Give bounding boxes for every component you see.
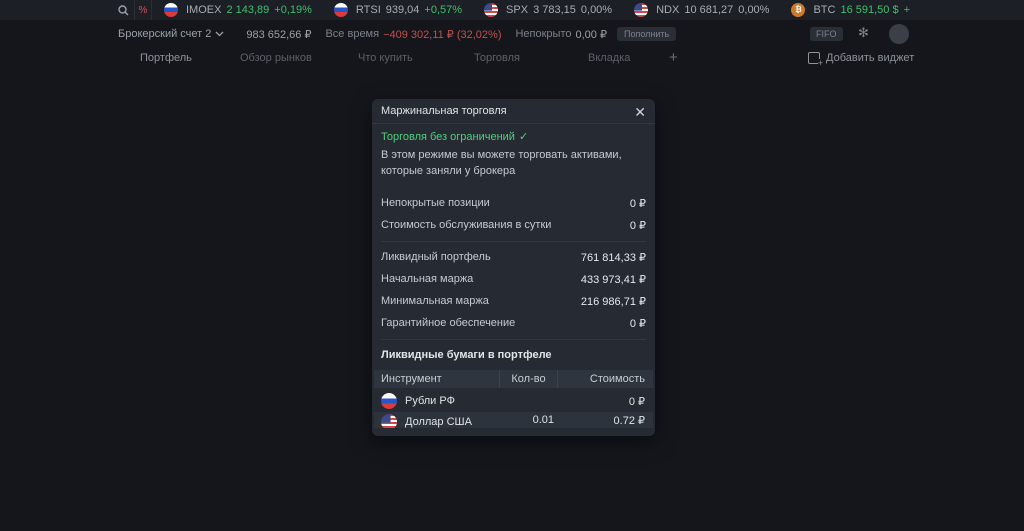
usa-flag-icon — [484, 3, 499, 17]
account-total: 983 652,66 ₽ — [246, 28, 312, 41]
ticker-change: 0,00% — [738, 4, 770, 16]
add-widget-button[interactable]: Добавить виджет — [808, 52, 915, 68]
instrument-name: Доллар США — [405, 416, 472, 428]
period-selector[interactable]: Все время — [325, 28, 379, 40]
liquid-portfolio-row: Ликвидный портфель 761 814,33 ₽ — [381, 251, 646, 264]
search-icon[interactable] — [112, 0, 134, 20]
instrument-name: Рубли РФ — [405, 395, 455, 407]
uncovered-positions-row: Непокрытые позиции 0 ₽ — [381, 197, 646, 210]
cost-cell: 0 ₽ — [628, 395, 645, 408]
add-tab-icon[interactable]: + — [669, 49, 678, 66]
ticker-item-ndx[interactable]: NDX 10 681,27 0,00% — [634, 3, 769, 17]
ticker-change: + — [903, 4, 911, 16]
ticker-item-spx[interactable]: SPX 3 783,15 0,00% — [484, 3, 612, 17]
ticker-item-btc[interactable]: ₿ BTC 16 591,50 $ + — [791, 3, 910, 17]
russia-flag-icon — [333, 3, 348, 17]
avatar[interactable] — [889, 24, 909, 44]
add-widget-label: Добавить виджет — [826, 52, 915, 64]
row-label: Гарантийное обеспечение — [381, 317, 516, 329]
settings-icon[interactable]: ✻ — [858, 25, 869, 41]
ticker-value: 16 591,50 $ — [840, 4, 899, 16]
row-label: Непокрытые позиции — [381, 197, 490, 209]
guarantee-collateral-row: Гарантийное обеспечение 0 ₽ — [381, 317, 646, 330]
modal-title: Маржинальная торговля — [381, 105, 507, 117]
divider — [381, 339, 646, 340]
ticker-bar: % IMOEX 2 143,89 +0,19% RTSI 939,04 +0,5… — [0, 0, 1024, 20]
ticker-change: +0,19% — [274, 4, 312, 16]
row-value: 433 973,41 ₽ — [580, 274, 646, 286]
divider — [381, 241, 646, 242]
mode-description: В этом режиме вы можете торговать актива… — [381, 149, 622, 177]
account-bar: Брокерский счет 2 983 652,66 ₽ Все время… — [0, 24, 1024, 44]
initial-margin-row: Начальная маржа 433 973,41 ₽ — [381, 273, 646, 286]
minimum-margin-row: Минимальная маржа 216 986,71 ₽ — [381, 295, 646, 308]
percent-toggle-button[interactable]: % — [134, 0, 152, 20]
row-label: Начальная маржа — [381, 273, 474, 285]
uncovered-label: Непокрыто — [515, 28, 572, 40]
ticker-item-imoex[interactable]: IMOEX 2 143,89 +0,19% — [164, 3, 312, 17]
ticker-change: +0,57% — [424, 4, 463, 16]
cost-cell: 0.72 ₽ — [613, 415, 645, 427]
liquid-securities-title: Ликвидные бумаги в портфеле — [381, 349, 552, 361]
ticker-value: 3 783,15 — [533, 4, 576, 16]
row-value: 0 ₽ — [629, 318, 646, 330]
tab-custom[interactable]: Вкладка — [588, 52, 630, 64]
row-value: 0 ₽ — [629, 198, 646, 210]
russia-flag-icon — [164, 3, 178, 17]
ticker-item-rtsi[interactable]: RTSI 939,04 +0,57% — [333, 3, 463, 17]
column-header-qty[interactable]: Кол-во — [500, 370, 558, 388]
bitcoin-icon: ₿ — [791, 3, 806, 17]
row-value: 761 814,33 ₽ — [580, 252, 646, 264]
table-row[interactable]: Рубли РФ 0 ₽ — [374, 390, 653, 412]
ticker-value: 2 143,89 — [226, 4, 270, 16]
tab-trading[interactable]: Торговля — [474, 52, 520, 64]
ticker-change: 0,00% — [580, 4, 613, 16]
mode-status-label: Торговля без ограничений — [381, 131, 515, 143]
row-value: 0 ₽ — [629, 220, 646, 232]
row-label: Минимальная маржа — [381, 295, 489, 307]
ticker-name: IMOEX — [186, 4, 222, 16]
add-widget-icon — [808, 52, 823, 68]
daily-service-cost-row: Стоимость обслуживания в сутки 0 ₽ — [381, 219, 646, 232]
uncovered-value: 0,00 ₽ — [575, 28, 607, 41]
tab-portfolio[interactable]: Портфель — [140, 52, 192, 64]
usa-flag-icon — [381, 414, 397, 428]
table-row[interactable]: Доллар США 0.01 0.72 ₽ — [374, 412, 653, 428]
row-label: Ликвидный портфель — [381, 251, 491, 263]
row-label: Стоимость обслуживания в сутки — [381, 219, 552, 231]
qty-cell: 0.01 — [532, 414, 554, 426]
ticker-name: NDX — [656, 4, 680, 16]
close-icon[interactable]: ✕ — [634, 104, 646, 121]
margin-trading-modal: Маржинальная торговля ✕ Торговля без огр… — [372, 99, 655, 436]
row-value: 216 986,71 ₽ — [580, 296, 646, 308]
chevron-down-icon[interactable] — [215, 28, 224, 40]
ticker-name: RTSI — [355, 4, 381, 16]
check-icon: ✓ — [518, 131, 529, 143]
usa-flag-icon — [634, 3, 649, 17]
instrument-cell: Рубли РФ — [374, 393, 500, 409]
table-header: Инструмент Кол-во Стоимость — [374, 370, 653, 388]
ticker-name: BTC — [813, 4, 836, 16]
tab-what-to-buy[interactable]: Что купить — [358, 52, 413, 64]
ticker-value: 939,04 — [385, 4, 420, 16]
instrument-cell: Доллар США — [374, 414, 500, 428]
modal-header: Маржинальная торговля ✕ — [372, 99, 655, 124]
period-change: −409 302,11 ₽ (32,02%) — [383, 28, 502, 41]
account-selector[interactable]: Брокерский счет 2 — [118, 28, 211, 40]
tab-market-overview[interactable]: Обзор рынков — [240, 52, 312, 64]
fifo-badge[interactable]: FIFO — [810, 27, 843, 41]
ticker-value: 10 681,27 — [684, 4, 734, 16]
topup-button[interactable]: Пополнить — [616, 27, 677, 41]
mode-status: Торговля без ограничений ✓ — [381, 130, 528, 143]
column-header-cost[interactable]: Стоимость — [558, 373, 653, 385]
russia-flag-icon — [381, 393, 397, 409]
column-header-instrument[interactable]: Инструмент — [374, 370, 500, 388]
ticker-name: SPX — [506, 4, 529, 16]
nav-tabs: Портфель Обзор рынков Что купить Торговл… — [0, 49, 1024, 68]
